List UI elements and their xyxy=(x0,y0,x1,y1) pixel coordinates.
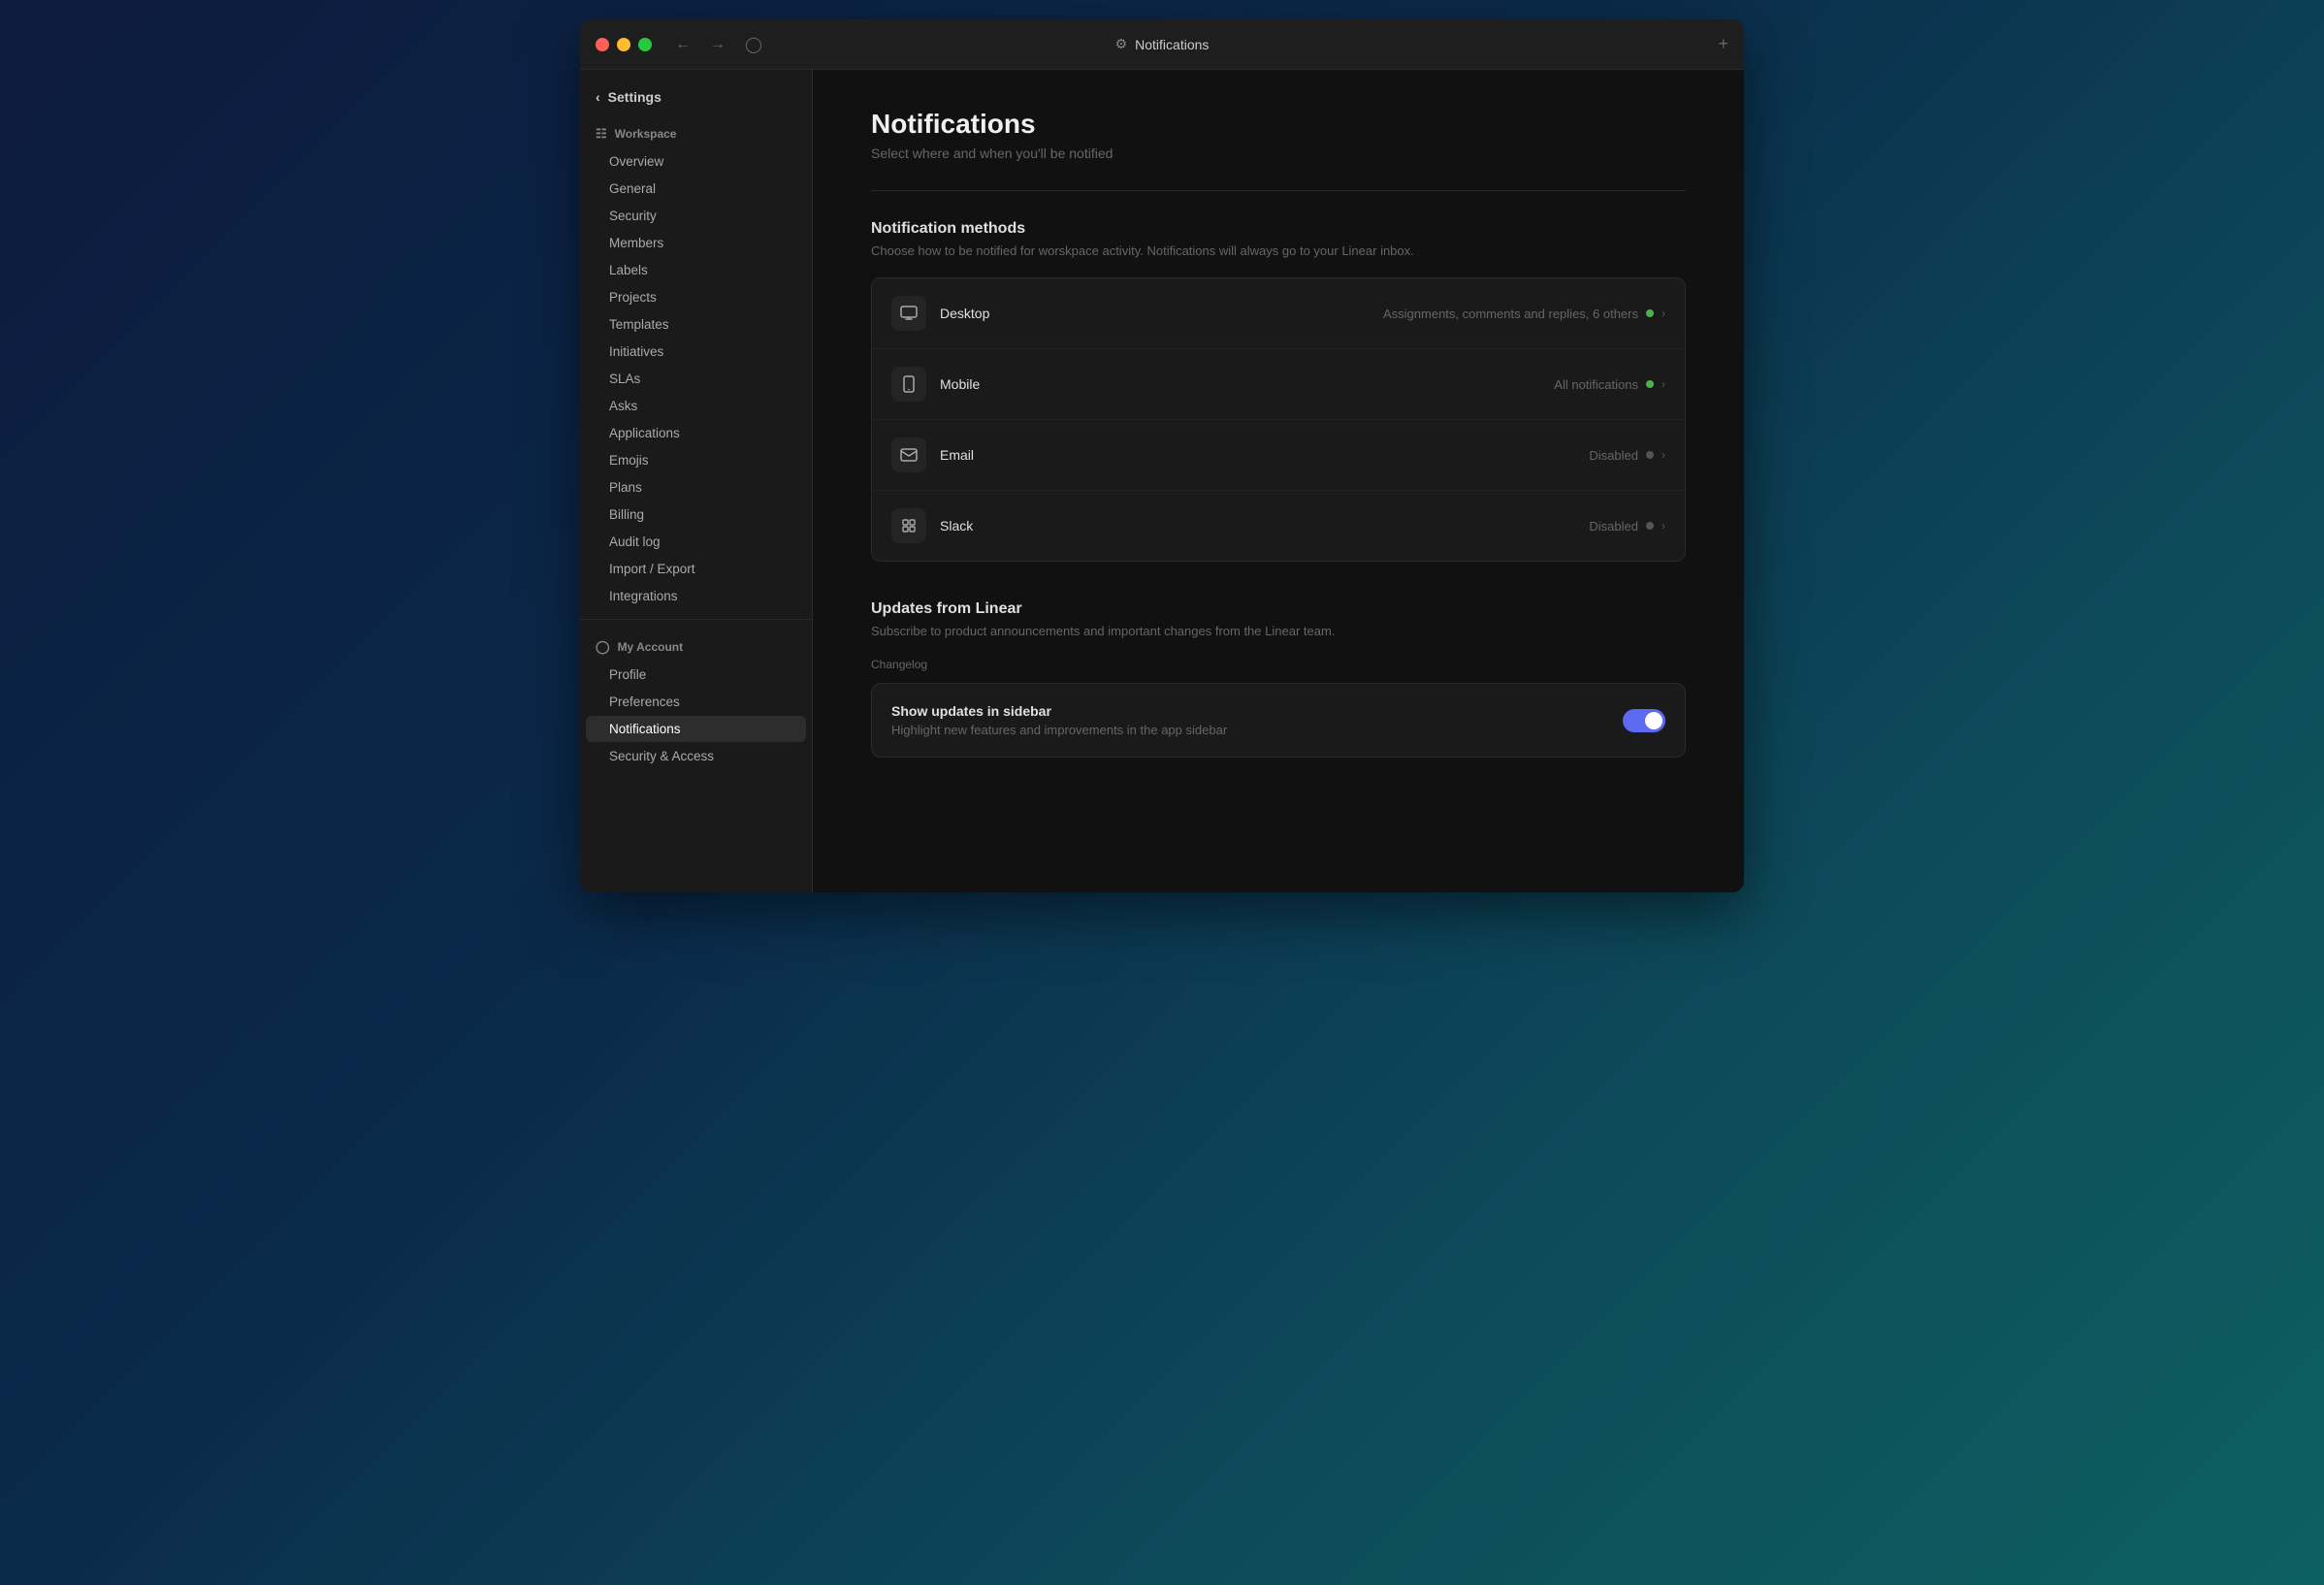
updates-section: Updates from Linear Subscribe to product… xyxy=(871,600,1686,758)
sidebar-item-notifications[interactable]: Notifications xyxy=(586,716,806,742)
mobile-label: Mobile xyxy=(940,376,1554,392)
myaccount-label: My Account xyxy=(618,640,684,654)
main-content: Notifications Select where and when you'… xyxy=(813,70,1744,892)
myaccount-section-header: ◯ My Account xyxy=(580,630,812,661)
sidebar-item-members[interactable]: Members xyxy=(586,230,806,256)
titlebar: ← → ◯ ⚙ Notifications + xyxy=(580,19,1744,70)
mobile-chevron-icon: › xyxy=(1662,377,1665,391)
mobile-status: All notifications xyxy=(1554,377,1654,392)
sidebar-item-general[interactable]: General xyxy=(586,176,806,202)
sidebar-item-profile[interactable]: Profile xyxy=(586,662,806,688)
mobile-status-dot xyxy=(1646,380,1654,388)
back-label: Settings xyxy=(608,89,662,105)
maximize-button[interactable] xyxy=(638,38,652,51)
page-title: Notifications xyxy=(871,109,1686,140)
sidebar-item-templates[interactable]: Templates xyxy=(586,311,806,338)
notification-methods-card: Desktop Assignments, comments and replie… xyxy=(871,277,1686,562)
notification-methods-desc: Choose how to be notified for worskpace … xyxy=(871,243,1686,258)
page-subtitle: Select where and when you'll be notified xyxy=(871,146,1686,161)
sidebar-item-initiatives[interactable]: Initiatives xyxy=(586,339,806,365)
sidebar-item-projects[interactable]: Projects xyxy=(586,284,806,310)
toggle-desc: Highlight new features and improvements … xyxy=(891,723,1227,737)
slack-label: Slack xyxy=(940,518,1589,534)
slack-status-dot xyxy=(1646,522,1654,530)
sidebar-item-plans[interactable]: Plans xyxy=(586,474,806,501)
add-button[interactable]: + xyxy=(1718,34,1728,54)
workspace-section-header: ☷ Workspace xyxy=(580,116,812,147)
traffic-lights xyxy=(596,38,652,51)
sidebar-divider xyxy=(580,619,812,620)
notification-row-desktop[interactable]: Desktop Assignments, comments and replie… xyxy=(872,278,1685,349)
changelog-label: Changelog xyxy=(871,658,1686,671)
mobile-status-text: All notifications xyxy=(1554,377,1638,392)
chevron-left-icon: ‹ xyxy=(596,89,600,105)
section-divider xyxy=(871,190,1686,191)
sidebar-item-labels[interactable]: Labels xyxy=(586,257,806,283)
back-nav-button[interactable]: ← xyxy=(671,34,694,55)
email-chevron-icon: › xyxy=(1662,448,1665,462)
mobile-icon xyxy=(891,367,926,402)
updates-desc: Subscribe to product announcements and i… xyxy=(871,624,1686,638)
sidebar-item-security[interactable]: Security xyxy=(586,203,806,229)
sidebar-item-asks[interactable]: Asks xyxy=(586,393,806,419)
workspace-label: Workspace xyxy=(615,127,677,141)
email-status-text: Disabled xyxy=(1589,448,1638,463)
grid-icon: ☷ xyxy=(596,126,607,142)
sidebar-item-emojis[interactable]: Emojis xyxy=(586,447,806,473)
email-status: Disabled xyxy=(1589,448,1654,463)
person-icon: ◯ xyxy=(596,639,610,655)
sidebar: ‹ Settings ☷ Workspace Overview General … xyxy=(580,70,813,892)
updates-title: Updates from Linear xyxy=(871,600,1686,618)
desktop-status-dot xyxy=(1646,309,1654,317)
toggle-title: Show updates in sidebar xyxy=(891,703,1227,719)
toggle-card-left: Show updates in sidebar Highlight new fe… xyxy=(891,703,1227,737)
sidebar-item-applications[interactable]: Applications xyxy=(586,420,806,446)
slack-icon xyxy=(891,508,926,543)
sidebar-item-import-export[interactable]: Import / Export xyxy=(586,556,806,582)
desktop-label: Desktop xyxy=(940,306,1383,321)
back-to-settings[interactable]: ‹ Settings xyxy=(580,81,812,116)
notification-methods-title: Notification methods xyxy=(871,220,1686,238)
notification-row-email[interactable]: Email Disabled › xyxy=(872,420,1685,491)
show-updates-card: Show updates in sidebar Highlight new fe… xyxy=(871,683,1686,758)
sidebar-item-overview[interactable]: Overview xyxy=(586,148,806,175)
history-button[interactable]: ◯ xyxy=(741,33,766,56)
slack-chevron-icon: › xyxy=(1662,519,1665,533)
sidebar-item-integrations[interactable]: Integrations xyxy=(586,583,806,609)
show-updates-toggle[interactable] xyxy=(1623,709,1665,732)
desktop-chevron-icon: › xyxy=(1662,307,1665,320)
slack-status-text: Disabled xyxy=(1589,519,1638,534)
app-window: ← → ◯ ⚙ Notifications + ‹ Settings ☷ Wor… xyxy=(580,19,1744,892)
sidebar-item-billing[interactable]: Billing xyxy=(586,501,806,528)
notification-row-mobile[interactable]: Mobile All notifications › xyxy=(872,349,1685,420)
desktop-status: Assignments, comments and replies, 6 oth… xyxy=(1383,307,1654,321)
gear-icon: ⚙ xyxy=(1115,36,1128,52)
minimize-button[interactable] xyxy=(617,38,630,51)
desktop-icon xyxy=(891,296,926,331)
sidebar-item-security-access[interactable]: Security & Access xyxy=(586,743,806,769)
email-icon xyxy=(891,437,926,472)
slack-status: Disabled xyxy=(1589,519,1654,534)
close-button[interactable] xyxy=(596,38,609,51)
notification-row-slack[interactable]: Slack Disabled › xyxy=(872,491,1685,561)
nav-controls: ← → ◯ xyxy=(671,33,766,56)
sidebar-item-preferences[interactable]: Preferences xyxy=(586,689,806,715)
forward-nav-button[interactable]: → xyxy=(706,34,729,55)
sidebar-item-slas[interactable]: SLAs xyxy=(586,366,806,392)
window-title: Notifications xyxy=(1135,37,1209,52)
sidebar-item-audit-log[interactable]: Audit log xyxy=(586,529,806,555)
email-status-dot xyxy=(1646,451,1654,459)
email-label: Email xyxy=(940,447,1589,463)
titlebar-center: ⚙ Notifications xyxy=(1115,36,1210,52)
desktop-status-text: Assignments, comments and replies, 6 oth… xyxy=(1383,307,1638,321)
main-layout: ‹ Settings ☷ Workspace Overview General … xyxy=(580,70,1744,892)
